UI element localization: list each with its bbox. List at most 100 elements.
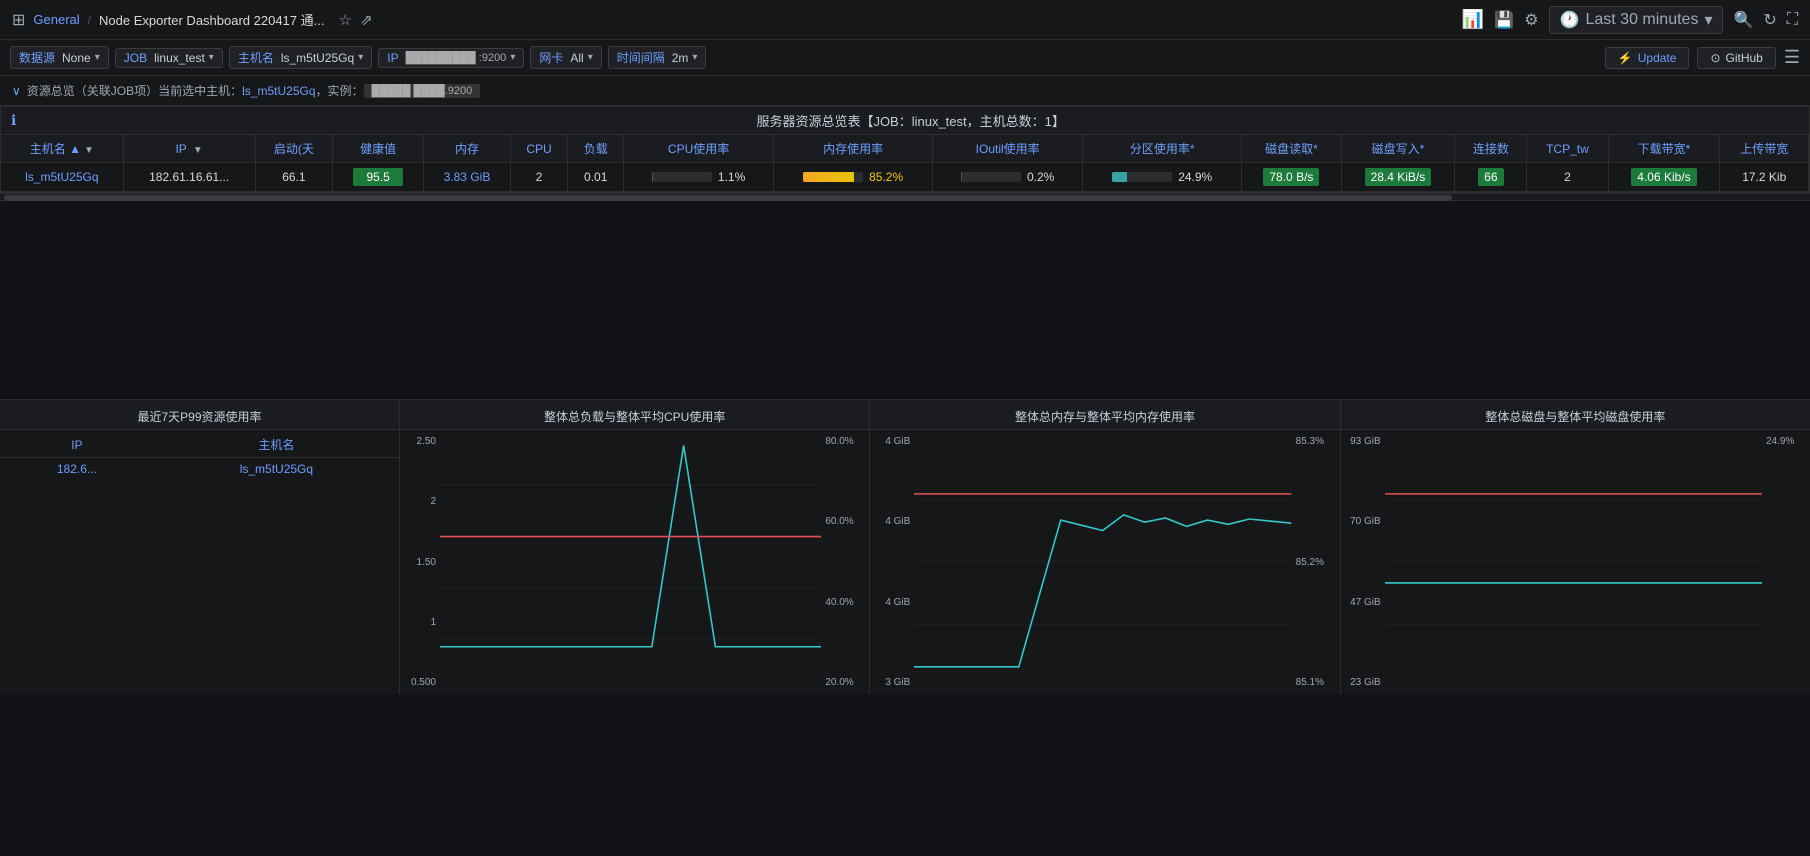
cell-memory: 3.83 GiB	[424, 163, 511, 192]
info-icon: ℹ	[11, 112, 16, 129]
table-scrollbar[interactable]	[0, 193, 1810, 201]
section-header: ∨ 资源总览（关联JOB项）当前选中主机： ls_m5tU25Gq ，实例： █…	[0, 76, 1810, 106]
cpu-y-label-3: 1	[404, 617, 436, 628]
table-header-row: 主机名 ▲▼ IP ▼ 启动(天 健康值 内存 CPU 负载 CPU使用率 内存…	[1, 135, 1809, 163]
col-mem-usage: 内存使用率	[774, 135, 933, 163]
disk-y-right-axis: 24.9%	[1762, 434, 1810, 690]
mem-right-label-2: 85.1%	[1296, 677, 1336, 688]
disk-y-left-axis: 93 GiB 70 GiB 47 GiB 23 GiB	[1341, 434, 1385, 690]
col-disk-read: 磁盘读取*	[1242, 135, 1341, 163]
expand-icon[interactable]: ⛶	[1787, 11, 1798, 29]
host-value: ls_m5tU25Gq	[281, 51, 354, 65]
p99-panel-title: 最近7天P99资源使用率	[0, 400, 399, 430]
mem-y-label-2: 4 GiB	[874, 597, 910, 608]
mem-y-right-axis: 85.3% 85.2% 85.1%	[1292, 434, 1340, 690]
p99-header-row: IP 主机名	[0, 432, 399, 458]
disk-panel-title: 整体总磁盘与整体平均磁盘使用率	[1341, 400, 1810, 430]
datasource-filter[interactable]: 数据源 None ▾	[10, 46, 109, 69]
interval-value: 2m	[672, 51, 689, 65]
cpu-right-label-0: 80.0%	[825, 436, 865, 447]
breadcrumb-sep: /	[88, 13, 91, 27]
job-value: linux_test	[154, 51, 205, 65]
nic-label: 网卡	[539, 49, 563, 66]
save-icon[interactable]: 💾	[1494, 10, 1514, 30]
star-icon[interactable]: ☆	[338, 11, 351, 29]
cpu-y-right-axis: 80.0% 60.0% 40.0% 20.0%	[821, 434, 869, 690]
col-download: 下载带宽*	[1608, 135, 1720, 163]
nic-value: All	[570, 51, 583, 65]
col-disk-write: 磁盘写入*	[1341, 135, 1455, 163]
cell-mem-usage: 85.2%	[774, 163, 933, 192]
update-label: Update	[1638, 51, 1677, 65]
p99-col-ip: IP	[0, 432, 154, 458]
p99-host: ls_m5tU25Gq	[154, 458, 399, 481]
mem-y-label-3: 3 GiB	[874, 677, 910, 688]
lightning-icon: ⚡	[1618, 51, 1633, 65]
section-host-ip: █████ ████.9200	[364, 84, 481, 98]
col-ip[interactable]: IP ▼	[123, 135, 255, 163]
panel-info-bar: ℹ 服务器资源总览表【JOB：linux_test，主机总数：1】	[1, 107, 1809, 135]
col-cpu-usage: CPU使用率	[624, 135, 774, 163]
breadcrumb-general[interactable]: General	[33, 12, 79, 27]
disk-y-label-0: 93 GiB	[1345, 436, 1381, 447]
refresh-icon[interactable]: ↻	[1763, 10, 1776, 30]
host-filter[interactable]: 主机名 ls_m5tU25Gq ▾	[229, 46, 372, 69]
col-upload: 上传带宽	[1720, 135, 1809, 163]
datasource-arrow: ▾	[95, 52, 100, 63]
share-icon[interactable]: ⇗	[360, 11, 373, 29]
disk-right-label-0: 24.9%	[1766, 436, 1806, 447]
add-panel-icon[interactable]: 📊	[1462, 9, 1484, 30]
mem-y-label-1: 4 GiB	[874, 516, 910, 527]
mem-right-label-0: 85.3%	[1296, 436, 1336, 447]
interval-filter[interactable]: 时间间隔 2m ▾	[608, 46, 707, 69]
disk-y-label-3: 23 GiB	[1345, 677, 1381, 688]
section-host-name: ls_m5tU25Gq	[242, 84, 315, 98]
col-load: 负载	[568, 135, 624, 163]
col-disk-usage: 分区使用率*	[1083, 135, 1242, 163]
p99-row[interactable]: 182.6... ls_m5tU25Gq	[0, 458, 399, 481]
time-range-picker[interactable]: 🕐 Last 30 minutes ▾	[1549, 6, 1724, 34]
cell-tcp-tw: 2	[1527, 163, 1608, 192]
job-arrow: ▾	[209, 52, 214, 63]
disk-panel: 整体总磁盘与整体平均磁盘使用率 93 GiB 70 GiB 47 GiB 23 …	[1341, 400, 1810, 694]
job-filter[interactable]: JOB linux_test ▾	[115, 48, 223, 68]
cpu-y-label-4: 0.500	[404, 677, 436, 688]
collapse-arrow[interactable]: ∨	[12, 84, 21, 98]
nic-arrow: ▾	[588, 52, 593, 63]
mem-y-label-0: 4 GiB	[874, 436, 910, 447]
cpu-chart-svg	[440, 434, 821, 690]
p99-table: IP 主机名 182.6... ls_m5tU25Gq	[0, 432, 399, 480]
table-empty-space	[0, 201, 1810, 399]
cell-io-usage: 0.2%	[933, 163, 1083, 192]
filter-right-actions: ⚡ Update ⊙ GitHub ☰	[1605, 47, 1800, 69]
host-arrow: ▾	[358, 52, 363, 63]
ip-filter[interactable]: IP █████████ :9200 ▾	[378, 48, 524, 68]
cell-host: ls_m5tU25Gq	[1, 163, 123, 192]
disk-y-label-2: 47 GiB	[1345, 597, 1381, 608]
col-host[interactable]: 主机名 ▲▼	[1, 135, 123, 163]
hamburger-menu[interactable]: ☰	[1784, 47, 1800, 68]
cpu-chart-area	[440, 434, 821, 690]
cell-disk-usage: 24.9%	[1083, 163, 1242, 192]
filter-bar: 数据源 None ▾ JOB linux_test ▾ 主机名 ls_m5tU2…	[0, 40, 1810, 76]
col-cpu: CPU	[510, 135, 568, 163]
disk-chart-svg	[1385, 434, 1762, 690]
github-button[interactable]: ⊙ GitHub	[1697, 47, 1775, 69]
table-panel: ℹ 服务器资源总览表【JOB：linux_test，主机总数：1】 主机名 ▲▼…	[0, 106, 1810, 193]
zoom-out-icon[interactable]: 🔍	[1733, 10, 1753, 30]
col-uptime: 启动(天	[255, 135, 332, 163]
host-label: 主机名	[238, 49, 274, 66]
grid-icon[interactable]: ⊞	[12, 10, 25, 30]
cpu-y-label-2: 1.50	[404, 557, 436, 568]
nic-filter[interactable]: 网卡 All ▾	[530, 46, 601, 69]
update-button[interactable]: ⚡ Update	[1605, 47, 1690, 69]
cell-ip: 182.61.16.61...	[123, 163, 255, 192]
breadcrumb-dashboard[interactable]: Node Exporter Dashboard 220417 通...	[99, 10, 324, 29]
time-range-label: Last 30 minutes	[1585, 11, 1698, 29]
panel-title: 服务器资源总览表【JOB：linux_test，主机总数：1】	[22, 111, 1799, 130]
settings-icon[interactable]: ⚙	[1524, 10, 1538, 30]
table-row[interactable]: ls_m5tU25Gq 182.61.16.61... 66.1 95.5 3.…	[1, 163, 1809, 192]
mem-y-left-axis: 4 GiB 4 GiB 4 GiB 3 GiB	[870, 434, 914, 690]
cell-uptime: 66.1	[255, 163, 332, 192]
mem-panel-title: 整体总内存与整体平均内存使用率	[870, 400, 1339, 430]
